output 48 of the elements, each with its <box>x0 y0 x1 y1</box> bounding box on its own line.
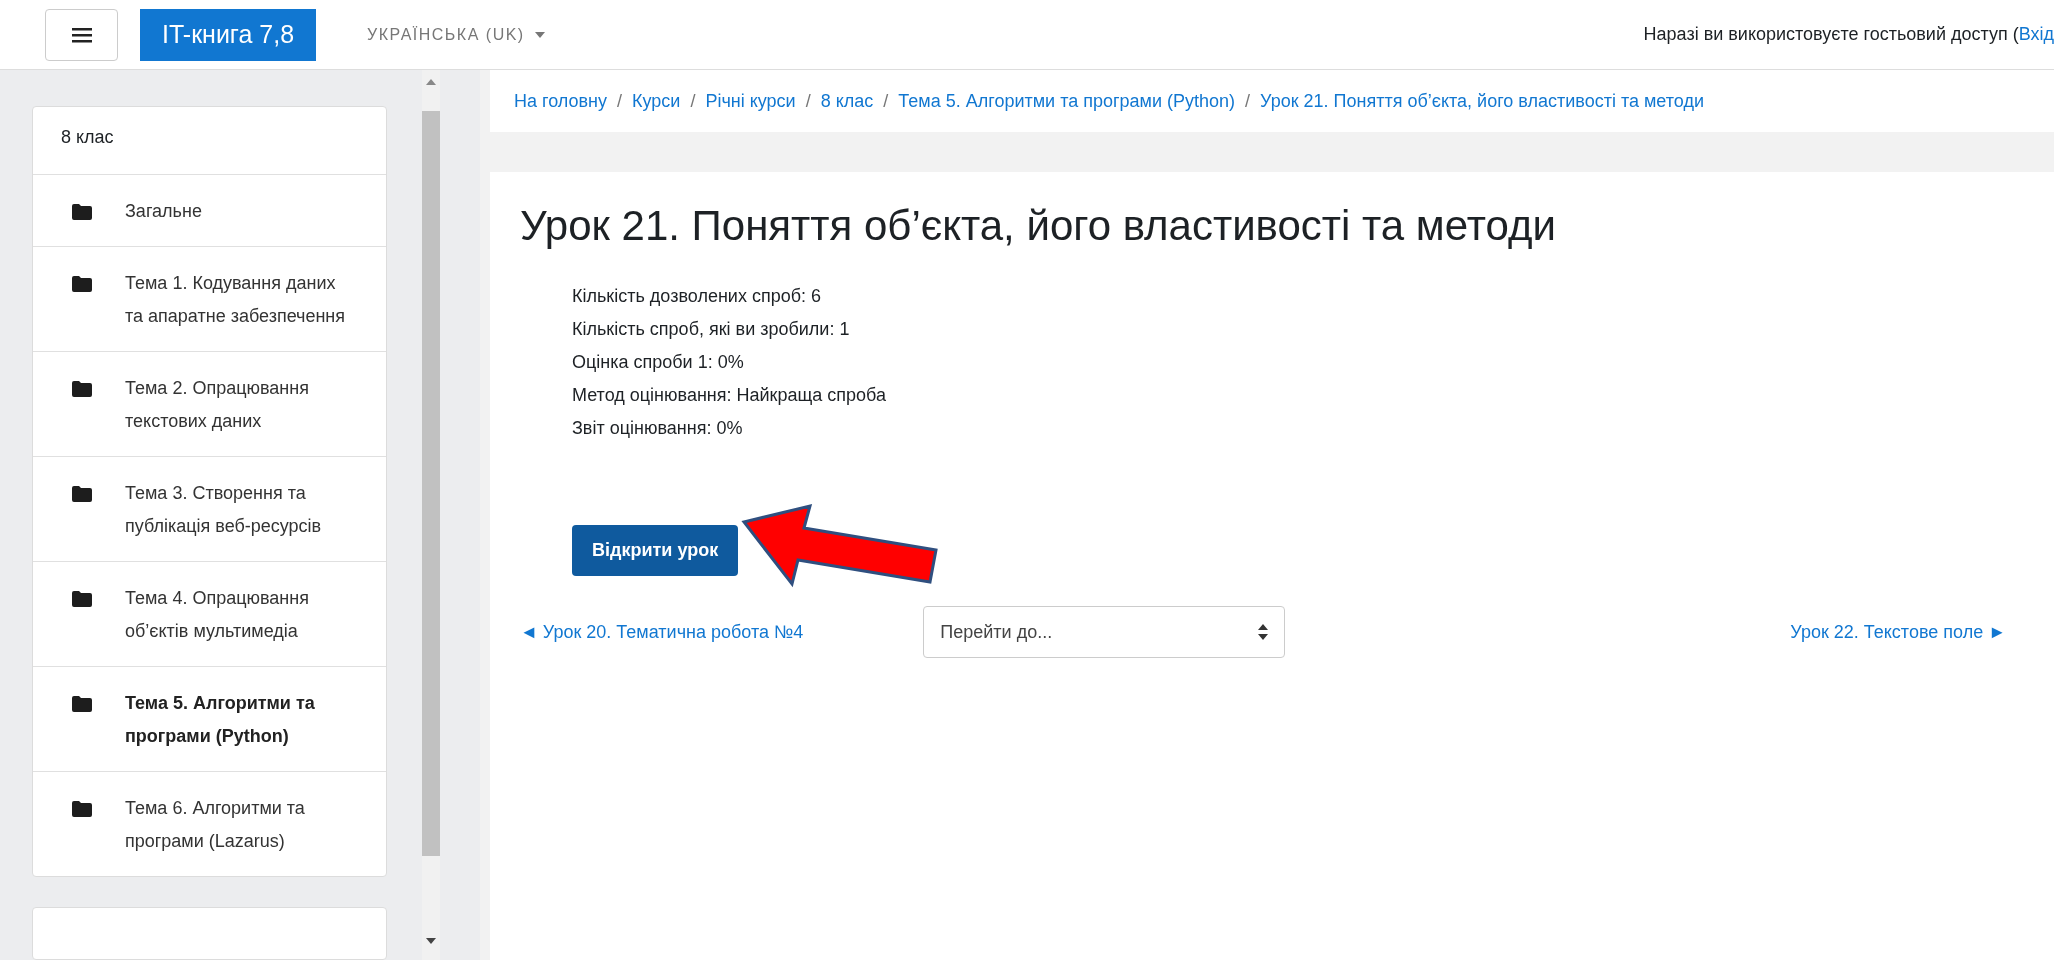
info-line: Кількість дозволених спроб: 6 <box>572 285 821 308</box>
scroll-up-icon[interactable] <box>426 79 436 85</box>
site-logo-button[interactable]: IT-книга 7,8 <box>140 8 317 61</box>
breadcrumb-link[interactable]: Річні курси <box>705 90 796 112</box>
folder-icon <box>71 203 93 221</box>
breadcrumb-link[interactable]: На головну <box>514 90 607 112</box>
folder-icon <box>71 590 93 608</box>
folder-icon <box>71 380 93 398</box>
section-item[interactable]: Тема 2. Опрацювання текстових даних <box>33 352 386 457</box>
jump-to-select[interactable]: Перейти до... <box>923 606 1286 658</box>
next-lesson-link[interactable]: Урок 22. Текстове поле ► <box>1790 621 2006 643</box>
login-link[interactable]: Вхід <box>2018 24 2054 44</box>
breadcrumb-separator: / <box>1245 90 1251 112</box>
info-line: Метод оцінювання: Найкраща спроба <box>572 384 886 407</box>
breadcrumb-link[interactable]: Урок 21. Поняття об’єкта, його властивості та методи <box>1260 90 1704 112</box>
scroll-down-icon[interactable] <box>426 938 436 944</box>
folder-icon <box>71 695 93 713</box>
breadcrumb-separator: / <box>883 90 889 112</box>
section-item[interactable]: Тема 6. Алгоритми та програми (Lazarus) <box>33 772 386 876</box>
breadcrumb-separator: / <box>617 90 623 112</box>
scrollbar[interactable] <box>422 70 440 960</box>
course-title: 8 клас <box>33 107 386 175</box>
scrollbar-thumb[interactable] <box>422 111 440 856</box>
breadcrumb-link[interactable]: 8 клас <box>820 90 874 112</box>
breadcrumb-link[interactable]: Курси <box>632 90 681 112</box>
folder-icon <box>71 275 93 293</box>
lesson-title: Урок 21. Поняття об’єкта, його властивості та методи <box>520 202 1557 250</box>
section-item[interactable]: Тема 3. Створення та публікація веб-ресурсів <box>33 457 386 562</box>
language-menu[interactable]: УКРАЇНСЬКА (UK) <box>361 24 551 45</box>
info-line: Звіт оцінювання: 0% <box>572 417 743 440</box>
open-lesson-button[interactable]: Відкрити урок <box>572 525 739 576</box>
section-item[interactable]: Тема 1. Кодування даних та апаратне забезпечення <box>33 247 386 352</box>
menu-icon <box>71 26 92 43</box>
folder-icon <box>71 800 93 818</box>
breadcrumb-separator: / <box>805 90 811 112</box>
info-line: Оцінка спроби 1: 0% <box>572 351 744 374</box>
menu-button[interactable] <box>45 8 118 61</box>
section-item[interactable]: Тема 4. Опрацювання об’єктів мультимедіа <box>33 562 386 667</box>
sort-arrows-icon <box>1258 624 1269 640</box>
caret-icon <box>534 31 545 38</box>
breadcrumb-link[interactable]: Тема 5. Алгоритми та програми (Python) <box>898 90 1235 112</box>
section-item[interactable]: Тема 5. Алгоритми та програми (Python) <box>33 667 386 772</box>
folder-icon <box>71 485 93 503</box>
guest-access-notice: Наразі ви використовуєте гостьовий доступ (Вхід <box>1643 24 2054 45</box>
breadcrumb-separator: / <box>690 90 696 112</box>
info-line: Кількість спроб, які ви зробили: 1 <box>572 318 850 341</box>
previous-lesson-link[interactable]: ◄ Урок 20. Тематична робота №4 <box>520 621 804 643</box>
section-item[interactable]: Загальне <box>33 175 386 247</box>
